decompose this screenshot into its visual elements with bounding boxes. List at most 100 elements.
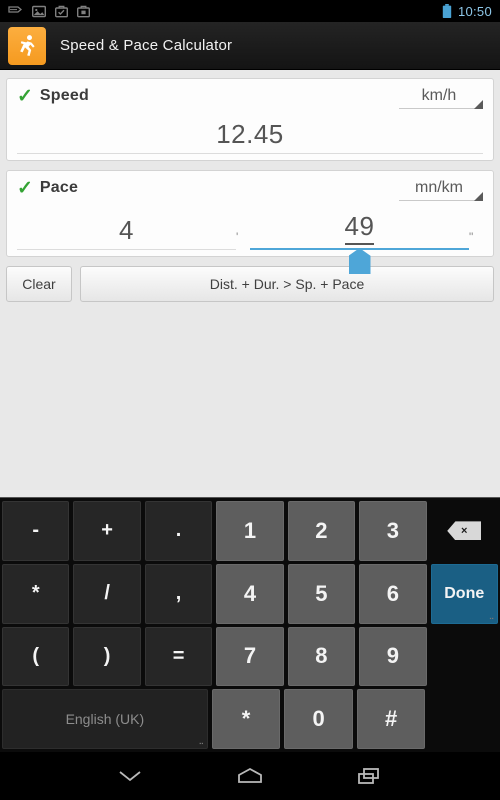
key-8[interactable]: 8: [287, 626, 356, 687]
key-corner-hint: ▪▪: [199, 741, 204, 747]
key-english-uk[interactable]: English (UK) ▪▪: [2, 689, 208, 749]
key-0[interactable]: 0: [284, 689, 353, 749]
key-3[interactable]: 3: [359, 501, 427, 561]
key-label: .: [175, 519, 182, 542]
key-minus[interactable]: -: [2, 501, 70, 561]
running-man-icon: [8, 26, 46, 65]
keyboard-row: () = 7 8 9: [0, 626, 500, 690]
keyboard-row: English (UK) ▪▪ * 0 #: [0, 689, 500, 752]
key-comma[interactable]: ,: [144, 563, 213, 624]
key-label: 0: [312, 706, 325, 732]
key-label: 4: [243, 580, 257, 606]
pace-seconds-input[interactable]: 49: [250, 211, 469, 274]
home-pentagon-icon[interactable]: [227, 756, 273, 796]
page-title: Speed & Pace Calculator: [60, 37, 233, 54]
key-5[interactable]: 5: [287, 563, 356, 624]
key-label: #: [385, 706, 398, 732]
check-icon: ✓: [17, 86, 33, 107]
speed-input[interactable]: 12.45: [17, 119, 483, 154]
spinner-triangle-icon: [474, 192, 483, 201]
key-backspace[interactable]: ×: [431, 501, 498, 561]
key-spacer: [431, 627, 498, 687]
speed-unit-spinner[interactable]: km/h: [399, 87, 483, 109]
recents-icon[interactable]: [347, 756, 393, 796]
battery-full-icon: [442, 3, 452, 18]
key-label: *: [31, 582, 40, 605]
key-done[interactable]: Done ▪▪: [430, 563, 498, 624]
key-label: 2: [315, 517, 328, 543]
speed-unit-value: km/h: [421, 87, 457, 104]
key-paren-close[interactable]: ): [73, 626, 141, 687]
pace-card: ✓ Pace mn/km 4 ' 49 ": [6, 170, 494, 274]
key-label: 7: [243, 643, 257, 669]
chevron-down-icon[interactable]: [107, 756, 153, 796]
pace-minutes-value: 4: [119, 215, 134, 245]
key-label: =: [172, 644, 185, 667]
minutes-mark: ': [236, 230, 239, 244]
key-equals[interactable]: =: [144, 626, 213, 687]
key-spacer: [429, 689, 498, 749]
key-2[interactable]: 2: [287, 501, 356, 561]
pace-field-row: 4 ' 49 ": [17, 211, 483, 274]
key-label: 5: [315, 580, 328, 606]
keyboard: - +. 1 2 3 × * /, 4 5 6 Done ▪▪() = 7 8 9 English (UK) ▪▪ *…: [0, 497, 500, 752]
key-label: -: [32, 519, 40, 542]
key-label: *: [241, 706, 251, 732]
keyboard-row: * /, 4 5 6 Done ▪▪: [0, 563, 500, 627]
pace-unit-value: mn/km: [415, 179, 463, 196]
convert-button[interactable]: Dist. + Dur. > Sp. + Pace: [80, 266, 494, 302]
button-row: Clear Dist. + Dur. > Sp. + Pace: [6, 266, 494, 302]
key-1[interactable]: 1: [216, 501, 284, 561]
key-label: (: [32, 644, 40, 667]
pace-seconds-value: 49: [344, 211, 375, 245]
backspace-icon: ×: [447, 521, 482, 541]
key-label: English (UK): [65, 711, 145, 728]
key-label: 8: [315, 643, 328, 669]
key-6[interactable]: 6: [359, 563, 427, 624]
key-label: 3: [386, 517, 399, 543]
navigation-bar: [0, 752, 500, 800]
speed-card-header: ✓ Speed km/h: [17, 87, 483, 109]
key-label: /: [104, 582, 110, 605]
key-label: 1: [243, 517, 257, 543]
speed-field-row: 12.45: [17, 119, 483, 154]
speed-label: Speed: [39, 87, 89, 104]
key-slash[interactable]: /: [73, 563, 141, 624]
key-7[interactable]: 7: [216, 626, 284, 687]
key-period[interactable]: .: [144, 501, 213, 561]
text-selection-handle-icon[interactable]: [348, 248, 371, 274]
action-bar: Speed & Pace Calculator: [0, 22, 500, 70]
key-hash[interactable]: #: [356, 689, 426, 749]
pace-label: Pace: [39, 179, 79, 196]
screenshot-icon: [32, 5, 46, 17]
main-content: ✓ Speed km/h 12.45 ✓ Pace mn/km 4 ' 49 "…: [0, 70, 500, 497]
key-4[interactable]: 4: [216, 563, 284, 624]
key-label: Done: [444, 584, 485, 602]
key-label: +: [101, 519, 113, 542]
status-bar-icons: [8, 5, 90, 18]
key-corner-hint: ▪▪: [489, 615, 494, 622]
speed-value: 12.45: [216, 119, 284, 149]
key-label: 6: [386, 580, 399, 606]
status-bar-clock: 10:50: [457, 3, 492, 19]
usb-icon: [8, 6, 23, 13]
key-label: 9: [386, 643, 399, 669]
status-bar: 10:50: [0, 0, 500, 22]
key-plus[interactable]: +: [73, 501, 141, 561]
key-asterisk[interactable]: *: [2, 563, 70, 624]
key-asterisk[interactable]: *: [211, 689, 281, 749]
seconds-mark: ": [469, 230, 474, 244]
key-paren-open[interactable]: (: [2, 626, 70, 687]
spinner-triangle-icon: [474, 100, 483, 109]
pace-card-header: ✓ Pace mn/km: [17, 179, 483, 201]
clear-button[interactable]: Clear: [6, 266, 72, 302]
key-label: ,: [175, 582, 182, 605]
pace-minutes-input[interactable]: 4: [17, 215, 236, 250]
briefcase-icon: [77, 5, 90, 17]
pace-unit-spinner[interactable]: mn/km: [399, 179, 483, 201]
check-icon: ✓: [17, 178, 33, 199]
key-9[interactable]: 9: [359, 626, 427, 687]
briefcase-check-icon: [55, 5, 68, 17]
speed-card: ✓ Speed km/h 12.45: [6, 78, 494, 161]
keyboard-row: - +. 1 2 3 ×: [0, 501, 500, 564]
